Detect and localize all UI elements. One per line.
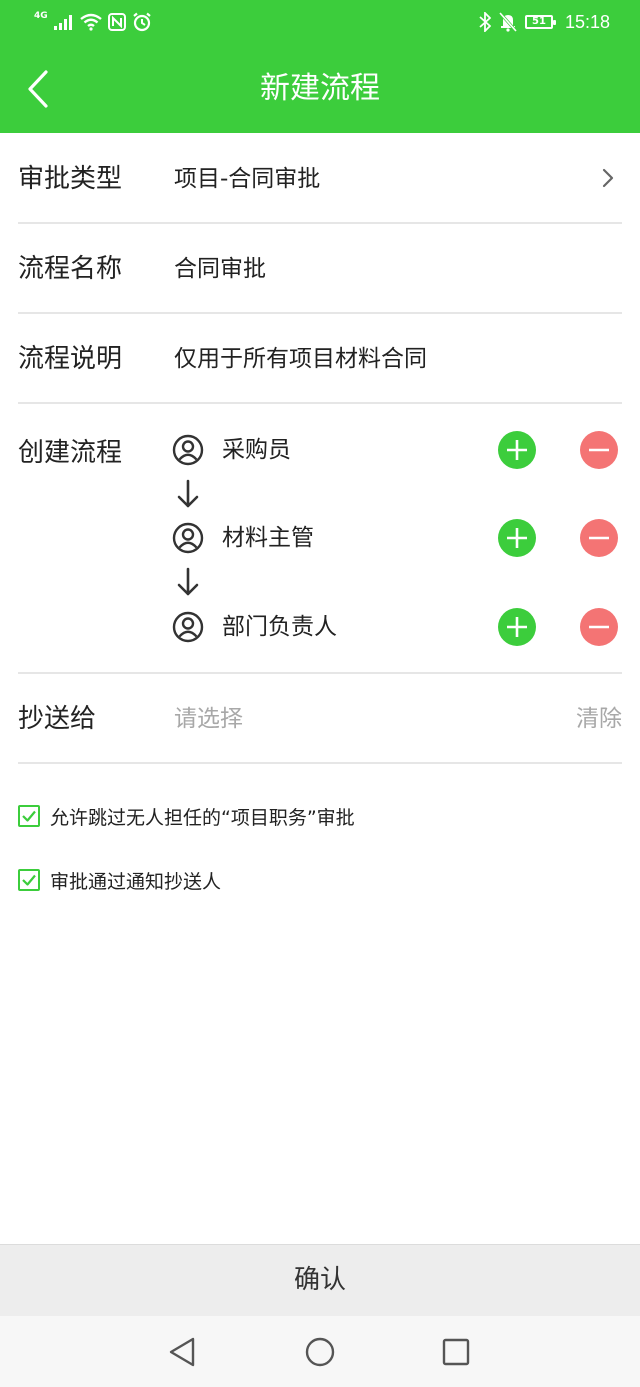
approval-type-row[interactable]: 审批类型 项目-合同审批 [18, 134, 622, 224]
add-step-button[interactable] [498, 608, 536, 646]
flow-step: 采购员 [18, 430, 622, 470]
minus-icon [589, 625, 609, 629]
remove-step-button[interactable] [580, 608, 618, 646]
checkbox[interactable] [18, 805, 40, 827]
plus-icon [507, 528, 527, 548]
option-label: 审批通过通知抄送人 [50, 870, 222, 893]
cc-select[interactable]: 请选择 [174, 674, 243, 764]
process-name-row: 流程名称 合同审批 [18, 224, 622, 314]
battery-icon: 51 [524, 15, 556, 29]
process-desc-input[interactable]: 仅用于所有项目材料合同 [174, 314, 427, 404]
remove-step-button[interactable] [580, 519, 618, 557]
step-name: 采购员 [222, 437, 291, 463]
circle-home-icon [305, 1337, 335, 1367]
nav-back-button[interactable] [165, 1334, 201, 1370]
check-icon [22, 810, 36, 822]
minus-icon [589, 536, 609, 540]
wifi-icon [79, 13, 102, 31]
minus-icon [589, 448, 609, 452]
process-desc-row: 流程说明 仅用于所有项目材料合同 [18, 314, 622, 404]
add-step-button[interactable] [498, 431, 536, 469]
checkbox[interactable] [18, 869, 40, 891]
nav-home-button[interactable] [302, 1334, 338, 1370]
option-skip-unassigned[interactable]: 允许跳过无人担任的“项目职务”审批 [18, 801, 355, 831]
nfc-icon [107, 13, 126, 31]
back-chevron-icon [28, 70, 48, 108]
flow-step: 部门负责人 [18, 607, 622, 647]
process-name-label: 流程名称 [18, 254, 123, 284]
arrow-down-icon [177, 567, 199, 596]
page-title: 新建流程 [260, 71, 380, 106]
step-name: 材料主管 [222, 525, 314, 551]
plus-icon [507, 440, 527, 460]
status-right: 51 15:18 [479, 10, 610, 34]
flow-step: 材料主管 [18, 518, 622, 558]
clear-button[interactable]: 清除 [576, 674, 622, 764]
app-header: 新建流程 [0, 44, 640, 133]
network-label: 4G [34, 11, 48, 21]
clock: 15:18 [564, 11, 610, 32]
bluetooth-icon [479, 12, 491, 32]
status-left: 4G [34, 10, 152, 34]
plus-icon [507, 617, 527, 637]
option-notify-cc[interactable]: 审批通过通知抄送人 [18, 865, 221, 895]
add-step-button[interactable] [498, 519, 536, 557]
nav-recents-button[interactable] [438, 1334, 474, 1370]
cc-row: 抄送给 请选择 清除 [18, 674, 622, 764]
triangle-back-icon [169, 1337, 195, 1367]
approval-type-value: 项目-合同审批 [174, 166, 321, 192]
remove-step-button[interactable] [580, 431, 618, 469]
approval-type-label: 审批类型 [18, 164, 123, 194]
system-nav-bar [0, 1316, 640, 1387]
process-desc-label: 流程说明 [18, 344, 123, 374]
check-icon [22, 874, 36, 886]
option-label: 允许跳过无人担任的“项目职务”审批 [50, 806, 355, 829]
create-flow-section: 创建流程 采购员 材料主管 部门负责人 [18, 406, 622, 674]
chevron-right-icon [602, 168, 614, 188]
person-icon [172, 434, 204, 466]
mute-bell-icon [498, 12, 517, 32]
step-name: 部门负责人 [222, 614, 337, 640]
process-name-input[interactable]: 合同审批 [174, 224, 266, 314]
confirm-button[interactable]: 确认 [0, 1244, 640, 1316]
signal-icon [53, 15, 72, 30]
person-icon [172, 522, 204, 554]
square-recents-icon [442, 1338, 470, 1366]
person-icon [172, 611, 204, 643]
cc-label: 抄送给 [18, 704, 97, 734]
alarm-icon [132, 12, 151, 32]
arrow-down-icon [177, 479, 199, 508]
status-bar: 4G 51 15:18 [0, 0, 640, 44]
back-button[interactable] [18, 64, 62, 114]
